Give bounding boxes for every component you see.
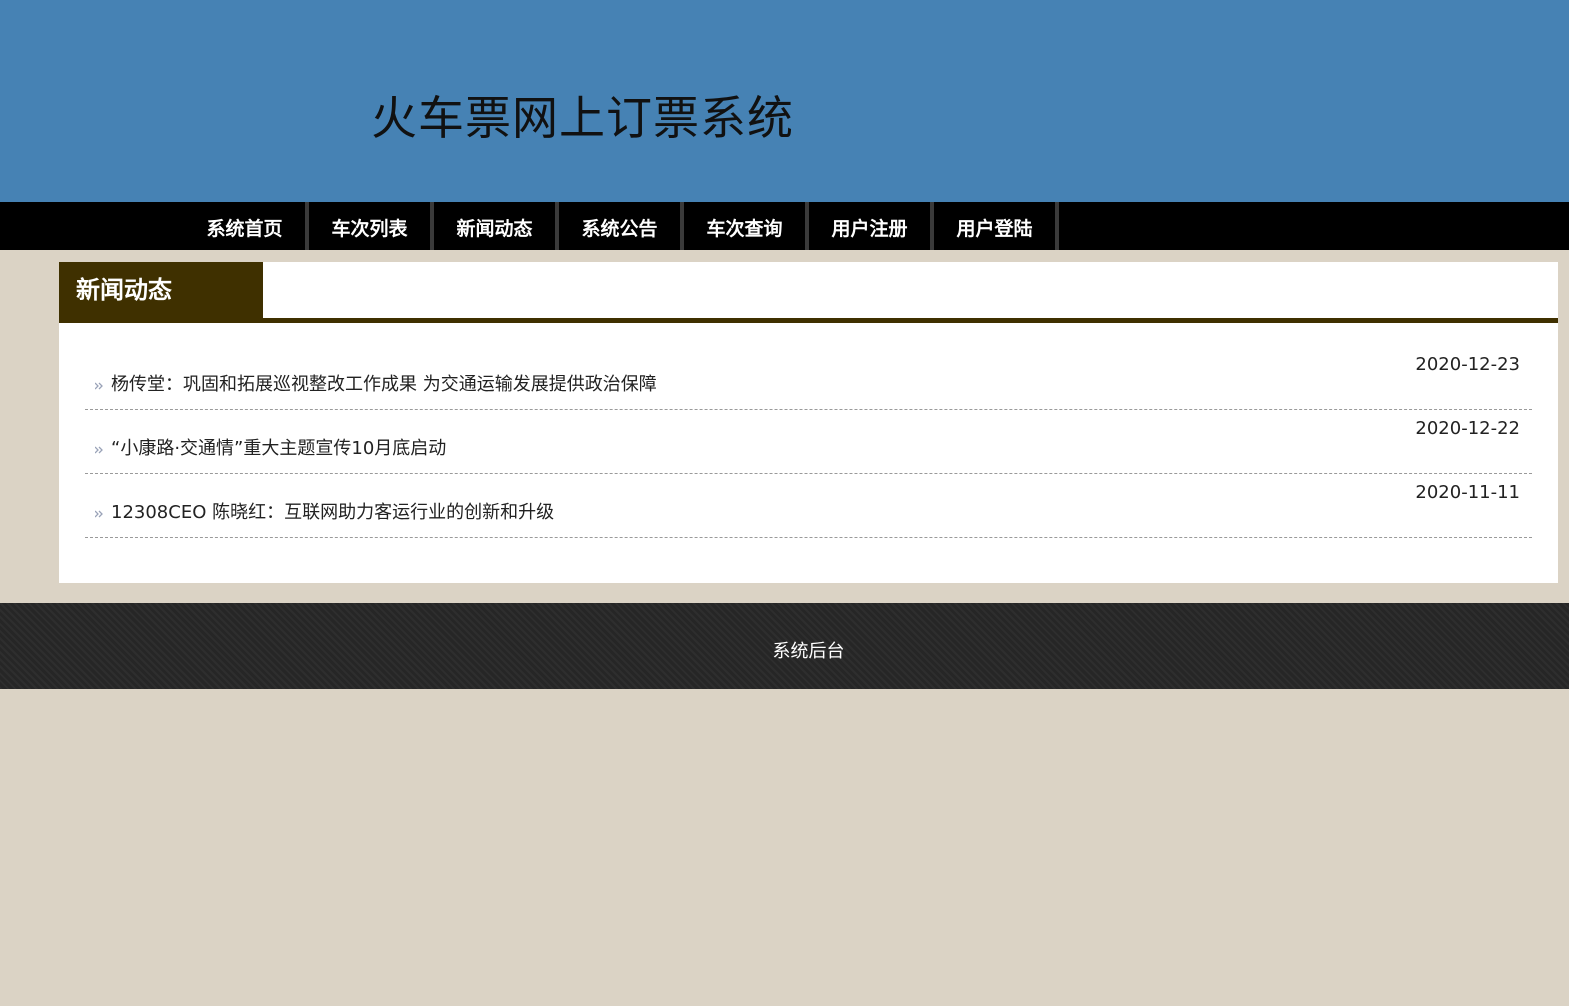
news-panel-title: 新闻动态	[59, 262, 263, 318]
nav-item-train-list[interactable]: 车次列表	[309, 202, 434, 250]
main-nav: 系统首页 车次列表 新闻动态 系统公告 车次查询 用户注册 用户登陆	[0, 202, 1569, 250]
news-item[interactable]: 杨传堂：巩固和拓展巡视整改工作成果 为交通运输发展提供政治保障 2020-12-…	[85, 346, 1532, 410]
news-title[interactable]: 杨传堂：巩固和拓展巡视整改工作成果 为交通运输发展提供政治保障	[111, 370, 657, 396]
news-title[interactable]: 12308CEO 陈晓红：互联网助力客运行业的创新和升级	[111, 498, 554, 524]
double-chevron-right-icon	[95, 446, 103, 454]
nav-item-register[interactable]: 用户注册	[809, 202, 934, 250]
admin-link[interactable]: 系统后台	[0, 603, 1569, 689]
nav-item-news[interactable]: 新闻动态	[434, 202, 559, 250]
double-chevron-right-icon	[95, 510, 103, 518]
site-header: 火车票网上订票系统	[0, 0, 1569, 202]
news-date: 2020-12-22	[1415, 418, 1520, 439]
nav-item-home[interactable]: 系统首页	[184, 202, 309, 250]
site-footer: 系统后台	[0, 603, 1569, 689]
nav-list: 系统首页 车次列表 新闻动态 系统公告 车次查询 用户注册 用户登陆	[184, 202, 1059, 250]
news-item[interactable]: 12308CEO 陈晓红：互联网助力客运行业的创新和升级 2020-11-11	[85, 474, 1532, 538]
site-title: 火车票网上订票系统	[371, 91, 794, 145]
news-item[interactable]: “小康路·交通情”重大主题宣传10月底启动 2020-12-22	[85, 410, 1532, 474]
double-chevron-right-icon	[95, 382, 103, 390]
nav-item-train-search[interactable]: 车次查询	[684, 202, 809, 250]
nav-item-announcements[interactable]: 系统公告	[559, 202, 684, 250]
news-title[interactable]: “小康路·交通情”重大主题宣传10月底启动	[111, 434, 446, 460]
news-list: 杨传堂：巩固和拓展巡视整改工作成果 为交通运输发展提供政治保障 2020-12-…	[85, 346, 1532, 538]
news-panel: 新闻动态 杨传堂：巩固和拓展巡视整改工作成果 为交通运输发展提供政治保障 202…	[59, 262, 1558, 583]
news-panel-header: 新闻动态	[59, 262, 1558, 323]
news-date: 2020-11-11	[1415, 482, 1520, 503]
nav-item-login[interactable]: 用户登陆	[934, 202, 1059, 250]
news-date: 2020-12-23	[1415, 354, 1520, 375]
